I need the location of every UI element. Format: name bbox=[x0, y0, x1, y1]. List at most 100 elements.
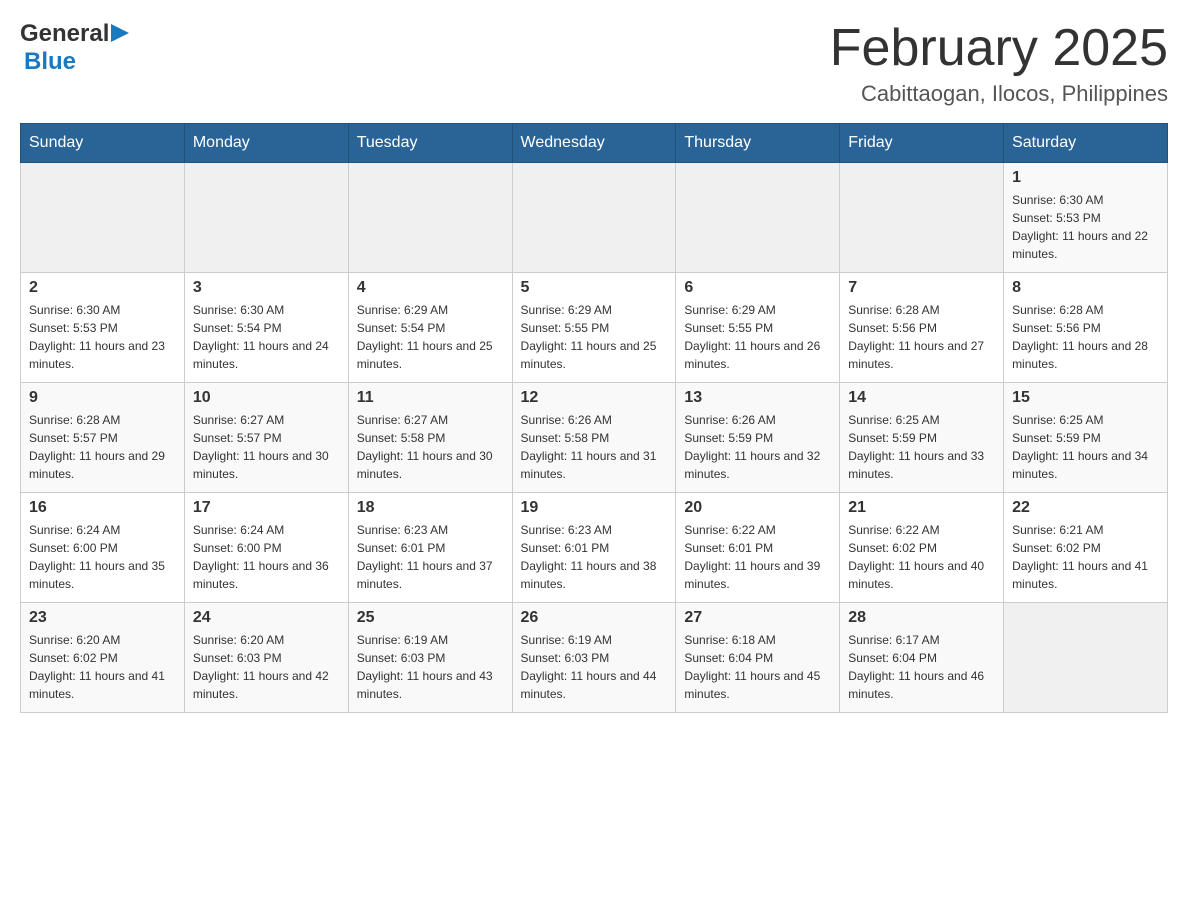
table-row: 11 Sunrise: 6:27 AM Sunset: 5:58 PM Dayli… bbox=[348, 383, 512, 493]
logo: General Blue bbox=[20, 20, 129, 76]
day-info: Sunrise: 6:20 AM Sunset: 6:03 PM Dayligh… bbox=[193, 631, 340, 703]
day-info: Sunrise: 6:20 AM Sunset: 6:02 PM Dayligh… bbox=[29, 631, 176, 703]
day-number: 26 bbox=[521, 609, 668, 627]
table-row: 20 Sunrise: 6:22 AM Sunset: 6:01 PM Dayli… bbox=[676, 493, 840, 603]
table-row bbox=[184, 163, 348, 273]
day-number: 19 bbox=[521, 499, 668, 517]
day-info: Sunrise: 6:26 AM Sunset: 5:58 PM Dayligh… bbox=[521, 411, 668, 483]
day-number: 28 bbox=[848, 609, 995, 627]
day-number: 27 bbox=[684, 609, 831, 627]
day-number: 8 bbox=[1012, 279, 1159, 297]
calendar-week-row: 16 Sunrise: 6:24 AM Sunset: 6:00 PM Dayli… bbox=[21, 493, 1168, 603]
day-info: Sunrise: 6:27 AM Sunset: 5:58 PM Dayligh… bbox=[357, 411, 504, 483]
day-info: Sunrise: 6:17 AM Sunset: 6:04 PM Dayligh… bbox=[848, 631, 995, 703]
logo-blue-text: Blue bbox=[24, 48, 76, 76]
table-row: 26 Sunrise: 6:19 AM Sunset: 6:03 PM Dayli… bbox=[512, 603, 676, 713]
day-number: 23 bbox=[29, 609, 176, 627]
page-header: General Blue February 2025 Cabittaogan, … bbox=[20, 20, 1168, 107]
col-saturday: Saturday bbox=[1004, 124, 1168, 163]
day-number: 14 bbox=[848, 389, 995, 407]
table-row: 5 Sunrise: 6:29 AM Sunset: 5:55 PM Daylig… bbox=[512, 273, 676, 383]
day-number: 4 bbox=[357, 279, 504, 297]
day-info: Sunrise: 6:29 AM Sunset: 5:55 PM Dayligh… bbox=[684, 301, 831, 373]
day-info: Sunrise: 6:23 AM Sunset: 6:01 PM Dayligh… bbox=[521, 521, 668, 593]
day-number: 2 bbox=[29, 279, 176, 297]
table-row: 10 Sunrise: 6:27 AM Sunset: 5:57 PM Dayli… bbox=[184, 383, 348, 493]
day-number: 5 bbox=[521, 279, 668, 297]
table-row: 2Sunrise: 6:30 AM Sunset: 5:53 PM Daylig… bbox=[21, 273, 185, 383]
table-row: 14 Sunrise: 6:25 AM Sunset: 5:59 PM Dayli… bbox=[840, 383, 1004, 493]
col-friday: Friday bbox=[840, 124, 1004, 163]
day-number: 18 bbox=[357, 499, 504, 517]
table-row: 28 Sunrise: 6:17 AM Sunset: 6:04 PM Dayli… bbox=[840, 603, 1004, 713]
day-info: Sunrise: 6:28 AM Sunset: 5:56 PM Dayligh… bbox=[1012, 301, 1159, 373]
table-row bbox=[676, 163, 840, 273]
day-info: Sunrise: 6:24 AM Sunset: 6:00 PM Dayligh… bbox=[193, 521, 340, 593]
table-row: 7Sunrise: 6:28 AM Sunset: 5:56 PM Daylig… bbox=[840, 273, 1004, 383]
calendar-week-row: 2Sunrise: 6:30 AM Sunset: 5:53 PM Daylig… bbox=[21, 273, 1168, 383]
location-subtitle: Cabittaogan, Ilocos, Philippines bbox=[830, 81, 1168, 107]
table-row: 19 Sunrise: 6:23 AM Sunset: 6:01 PM Dayli… bbox=[512, 493, 676, 603]
table-row: 18 Sunrise: 6:23 AM Sunset: 6:01 PM Dayli… bbox=[348, 493, 512, 603]
col-sunday: Sunday bbox=[21, 124, 185, 163]
calendar-week-row: 9Sunrise: 6:28 AM Sunset: 5:57 PM Daylig… bbox=[21, 383, 1168, 493]
table-row: 16 Sunrise: 6:24 AM Sunset: 6:00 PM Dayli… bbox=[21, 493, 185, 603]
col-tuesday: Tuesday bbox=[348, 124, 512, 163]
day-number: 20 bbox=[684, 499, 831, 517]
table-row bbox=[21, 163, 185, 273]
table-row: 9Sunrise: 6:28 AM Sunset: 5:57 PM Daylig… bbox=[21, 383, 185, 493]
day-number: 12 bbox=[521, 389, 668, 407]
day-number: 9 bbox=[29, 389, 176, 407]
calendar-header-row: Sunday Monday Tuesday Wednesday Thursday… bbox=[21, 124, 1168, 163]
logo-arrow-icon bbox=[111, 24, 129, 47]
day-number: 15 bbox=[1012, 389, 1159, 407]
table-row: 23 Sunrise: 6:20 AM Sunset: 6:02 PM Dayli… bbox=[21, 603, 185, 713]
day-number: 3 bbox=[193, 279, 340, 297]
col-thursday: Thursday bbox=[676, 124, 840, 163]
table-row: 3 Sunrise: 6:30 AM Sunset: 5:54 PM Daylig… bbox=[184, 273, 348, 383]
day-number: 13 bbox=[684, 389, 831, 407]
day-info: Sunrise: 6:30 AM Sunset: 5:54 PM Dayligh… bbox=[193, 301, 340, 373]
table-row: 13 Sunrise: 6:26 AM Sunset: 5:59 PM Dayli… bbox=[676, 383, 840, 493]
day-number: 16 bbox=[29, 499, 176, 517]
calendar-week-row: 1Sunrise: 6:30 AM Sunset: 5:53 PM Daylig… bbox=[21, 163, 1168, 273]
calendar-week-row: 23 Sunrise: 6:20 AM Sunset: 6:02 PM Dayli… bbox=[21, 603, 1168, 713]
table-row: 17 Sunrise: 6:24 AM Sunset: 6:00 PM Dayli… bbox=[184, 493, 348, 603]
day-info: Sunrise: 6:23 AM Sunset: 6:01 PM Dayligh… bbox=[357, 521, 504, 593]
day-info: Sunrise: 6:21 AM Sunset: 6:02 PM Dayligh… bbox=[1012, 521, 1159, 593]
day-info: Sunrise: 6:19 AM Sunset: 6:03 PM Dayligh… bbox=[521, 631, 668, 703]
day-number: 6 bbox=[684, 279, 831, 297]
calendar-table: Sunday Monday Tuesday Wednesday Thursday… bbox=[20, 123, 1168, 713]
day-info: Sunrise: 6:25 AM Sunset: 5:59 PM Dayligh… bbox=[848, 411, 995, 483]
day-info: Sunrise: 6:19 AM Sunset: 6:03 PM Dayligh… bbox=[357, 631, 504, 703]
day-number: 11 bbox=[357, 389, 504, 407]
day-number: 1 bbox=[1012, 169, 1159, 187]
table-row: 12 Sunrise: 6:26 AM Sunset: 5:58 PM Dayli… bbox=[512, 383, 676, 493]
table-row: 24 Sunrise: 6:20 AM Sunset: 6:03 PM Dayli… bbox=[184, 603, 348, 713]
table-row: 21Sunrise: 6:22 AM Sunset: 6:02 PM Dayli… bbox=[840, 493, 1004, 603]
day-number: 24 bbox=[193, 609, 340, 627]
day-number: 17 bbox=[193, 499, 340, 517]
table-row bbox=[1004, 603, 1168, 713]
day-info: Sunrise: 6:27 AM Sunset: 5:57 PM Dayligh… bbox=[193, 411, 340, 483]
day-info: Sunrise: 6:22 AM Sunset: 6:02 PM Dayligh… bbox=[848, 521, 995, 593]
day-info: Sunrise: 6:24 AM Sunset: 6:00 PM Dayligh… bbox=[29, 521, 176, 593]
day-number: 25 bbox=[357, 609, 504, 627]
table-row bbox=[512, 163, 676, 273]
table-row bbox=[840, 163, 1004, 273]
day-info: Sunrise: 6:26 AM Sunset: 5:59 PM Dayligh… bbox=[684, 411, 831, 483]
day-info: Sunrise: 6:18 AM Sunset: 6:04 PM Dayligh… bbox=[684, 631, 831, 703]
title-section: February 2025 Cabittaogan, Ilocos, Phili… bbox=[830, 20, 1168, 107]
day-number: 22 bbox=[1012, 499, 1159, 517]
table-row: 22 Sunrise: 6:21 AM Sunset: 6:02 PM Dayli… bbox=[1004, 493, 1168, 603]
col-monday: Monday bbox=[184, 124, 348, 163]
day-info: Sunrise: 6:22 AM Sunset: 6:01 PM Dayligh… bbox=[684, 521, 831, 593]
day-number: 10 bbox=[193, 389, 340, 407]
day-info: Sunrise: 6:28 AM Sunset: 5:56 PM Dayligh… bbox=[848, 301, 995, 373]
table-row: 15 Sunrise: 6:25 AM Sunset: 5:59 PM Dayli… bbox=[1004, 383, 1168, 493]
table-row bbox=[348, 163, 512, 273]
table-row: 6 Sunrise: 6:29 AM Sunset: 5:55 PM Daylig… bbox=[676, 273, 840, 383]
month-title: February 2025 bbox=[830, 20, 1168, 77]
day-info: Sunrise: 6:29 AM Sunset: 5:55 PM Dayligh… bbox=[521, 301, 668, 373]
day-info: Sunrise: 6:25 AM Sunset: 5:59 PM Dayligh… bbox=[1012, 411, 1159, 483]
